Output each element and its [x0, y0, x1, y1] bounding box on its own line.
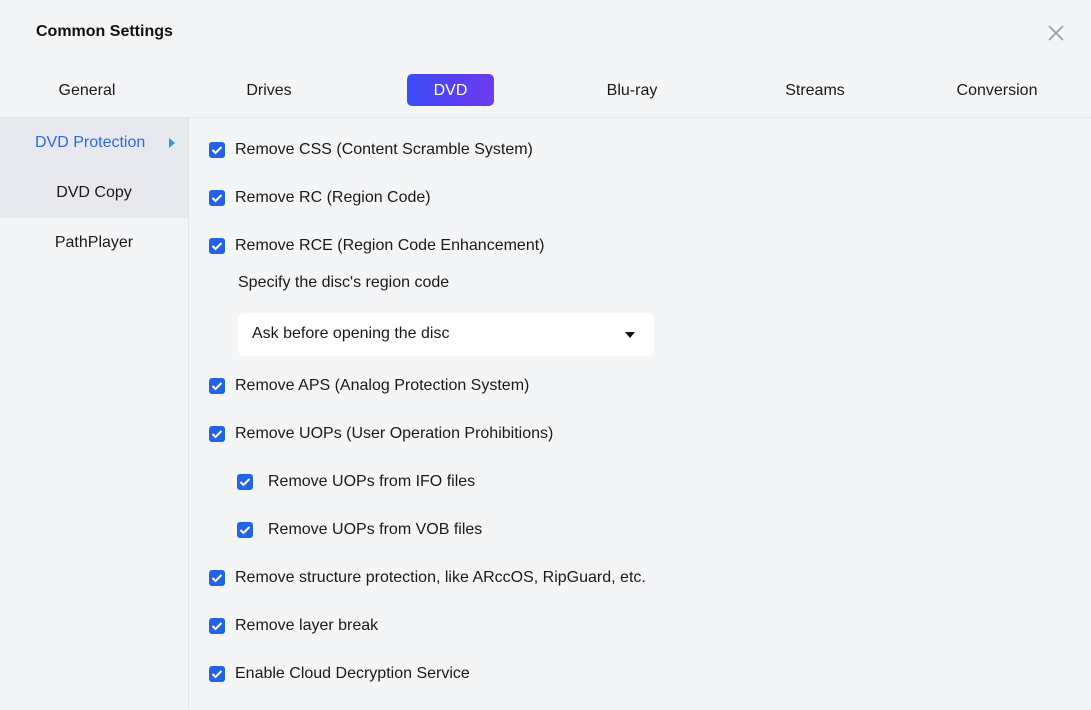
remove-uops-label: Remove UOPs (User Operation Prohibitions… [235, 425, 554, 442]
sidebar-item-label: DVD Copy [56, 184, 132, 201]
region-code-select-value: Ask before opening the disc [252, 325, 450, 342]
sidebar-item-label: PathPlayer [54, 234, 134, 251]
remove-css-label: Remove CSS (Content Scramble System) [235, 141, 533, 158]
checkmark-icon [211, 194, 223, 203]
remove-uops-option[interactable]: Remove UOPs (User Operation Prohibitions… [209, 424, 553, 444]
remove-rce-checkbox[interactable] [209, 238, 225, 254]
tab-general[interactable]: General [48, 74, 126, 106]
checkmark-icon [211, 242, 223, 251]
remove-structure-label: Remove structure protection, like ARccOS… [235, 569, 646, 586]
remove-aps-label: Remove APS (Analog Protection System) [235, 377, 530, 394]
sidebar-item-label: DVD Protection [35, 134, 146, 151]
remove-uops-ifo-label: Remove UOPs from IFO files [268, 473, 476, 490]
tab-drives[interactable]: Drives [232, 74, 306, 106]
region-code-label: Specify the disc's region code [238, 274, 450, 291]
remove-uops-vob-checkbox[interactable] [237, 522, 253, 538]
remove-structure-option[interactable]: Remove structure protection, like ARccOS… [209, 568, 646, 588]
tab-bar: General Drives DVD Blu-ray Streams Conve… [0, 74, 1091, 106]
checkmark-icon [211, 430, 223, 439]
remove-aps-option[interactable]: Remove APS (Analog Protection System) [209, 376, 529, 396]
checkmark-icon [239, 526, 251, 535]
region-code-select[interactable]: Ask before opening the disc [238, 313, 654, 356]
remove-uops-vob-option[interactable]: Remove UOPs from VOB files [237, 520, 482, 540]
checkmark-icon [211, 670, 223, 679]
remove-uops-checkbox[interactable] [209, 426, 225, 442]
sidebar-item-pathplayer[interactable]: PathPlayer [0, 218, 188, 268]
remove-css-option[interactable]: Remove CSS (Content Scramble System) [209, 140, 533, 160]
remove-uops-vob-label: Remove UOPs from VOB files [268, 521, 483, 538]
sidebar-item-dvd-protection[interactable]: DVD Protection [0, 118, 188, 168]
tab-conversion[interactable]: Conversion [947, 74, 1047, 106]
remove-layer-break-label: Remove layer break [235, 617, 379, 634]
cloud-decryption-option[interactable]: Enable Cloud Decryption Service [209, 664, 470, 684]
sidebar: DVD Protection DVD Copy PathPlayer [0, 118, 189, 710]
cloud-decryption-label: Enable Cloud Decryption Service [235, 665, 470, 682]
close-button[interactable] [1045, 22, 1067, 44]
remove-layer-break-option[interactable]: Remove layer break [209, 616, 378, 636]
cloud-decryption-checkbox[interactable] [209, 666, 225, 682]
tab-blu-ray[interactable]: Blu-ray [595, 74, 669, 106]
checkmark-icon [211, 146, 223, 155]
caret-down-icon [625, 332, 635, 338]
checkmark-icon [239, 478, 251, 487]
dialog-title: Common Settings [36, 23, 173, 40]
remove-aps-checkbox[interactable] [209, 378, 225, 394]
remove-css-checkbox[interactable] [209, 142, 225, 158]
remove-rc-checkbox[interactable] [209, 190, 225, 206]
remove-uops-ifo-checkbox[interactable] [237, 474, 253, 490]
tab-dvd[interactable]: DVD [407, 74, 494, 106]
settings-dialog: Common Settings General Drives DVD Blu-r… [0, 0, 1091, 710]
close-icon [1048, 25, 1064, 41]
caret-right-icon [169, 138, 175, 148]
remove-uops-ifo-option[interactable]: Remove UOPs from IFO files [237, 472, 475, 492]
settings-panel: Remove CSS (Content Scramble System) Rem… [189, 118, 1091, 710]
checkmark-icon [211, 382, 223, 391]
remove-rc-label: Remove RC (Region Code) [235, 189, 431, 206]
checkmark-icon [211, 622, 223, 631]
remove-rce-label: Remove RCE (Region Code Enhancement) [235, 237, 545, 254]
tab-streams[interactable]: Streams [775, 74, 855, 106]
remove-rce-option[interactable]: Remove RCE (Region Code Enhancement) [209, 236, 544, 256]
remove-structure-checkbox[interactable] [209, 570, 225, 586]
sidebar-item-dvd-copy[interactable]: DVD Copy [0, 168, 188, 218]
checkmark-icon [211, 574, 223, 583]
remove-layer-break-checkbox[interactable] [209, 618, 225, 634]
remove-rc-option[interactable]: Remove RC (Region Code) [209, 188, 431, 208]
